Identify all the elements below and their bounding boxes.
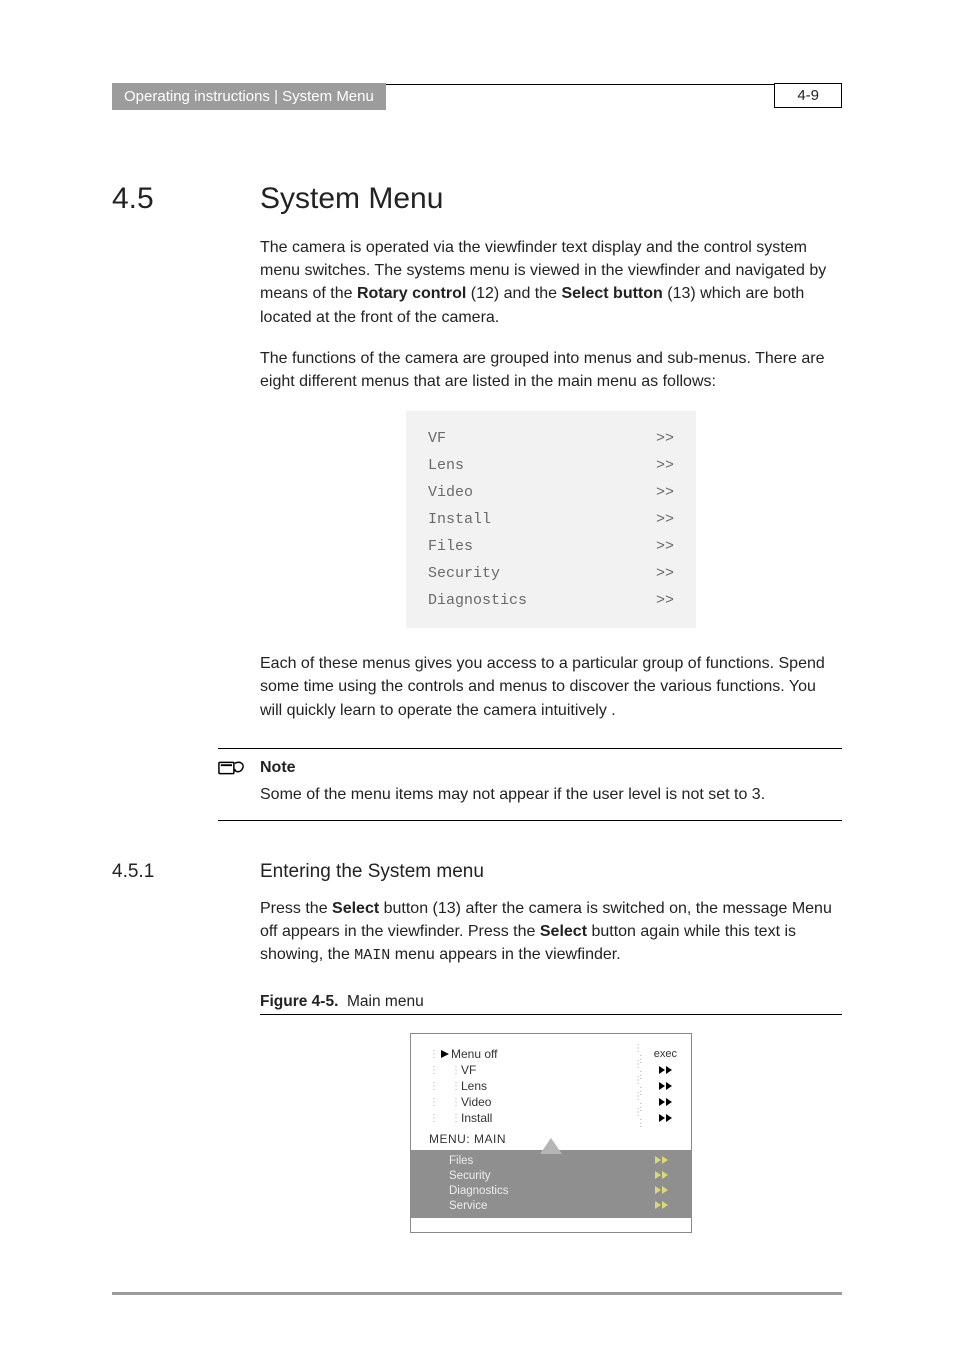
caret-right-icon bbox=[439, 1050, 451, 1058]
menu-item: Diagnostics>> bbox=[428, 587, 674, 614]
menu-item: Files>> bbox=[428, 533, 674, 560]
term-rotary-control: Rotary control bbox=[357, 285, 466, 302]
term-main-mono: MAIN bbox=[354, 947, 390, 964]
term-select: Select bbox=[540, 923, 587, 940]
fast-forward-icon bbox=[655, 1200, 669, 1212]
subsection-title: Entering the System menu bbox=[260, 861, 484, 883]
figure-main-menu: ⋮Menu off ⋮⋮VF ⋮⋮Lens ⋮⋮Video ⋮⋮Install … bbox=[410, 1033, 692, 1233]
fast-forward-icon bbox=[655, 1170, 669, 1182]
note-text: Some of the menu items may not appear if… bbox=[260, 783, 842, 806]
fast-forward-icon bbox=[659, 1095, 673, 1109]
fast-forward-icon bbox=[655, 1155, 669, 1167]
subsection-heading: 4.5.1 Entering the System menu bbox=[112, 861, 842, 883]
page-number: 4-9 bbox=[774, 83, 842, 108]
note-title: Note bbox=[260, 759, 842, 777]
paragraph: Press the Select button (13) after the c… bbox=[260, 897, 842, 967]
footer-rule bbox=[112, 1292, 842, 1295]
menu-item: VF>> bbox=[428, 425, 674, 452]
fast-forward-icon bbox=[659, 1079, 673, 1093]
term-select-button: Select button bbox=[561, 285, 662, 302]
breadcrumb: Operating instructions | System Menu bbox=[112, 83, 386, 110]
figure-caption: Figure 4-5. Main menu bbox=[260, 993, 842, 1015]
section-heading: 4.5 System Menu bbox=[112, 182, 842, 216]
menu-listing: VF>> Lens>> Video>> Install>> Files>> Se… bbox=[406, 411, 696, 628]
section-number: 4.5 bbox=[112, 182, 260, 216]
triangle-up-icon bbox=[540, 1138, 562, 1157]
paragraph: The functions of the camera are grouped … bbox=[260, 347, 842, 393]
page-header: Operating instructions | System Menu 4-9 bbox=[112, 84, 842, 112]
note-icon bbox=[218, 759, 246, 782]
paragraph: Each of these menus gives you access to … bbox=[260, 652, 842, 722]
paragraph: The camera is operated via the viewfinde… bbox=[260, 236, 842, 329]
fast-forward-icon bbox=[655, 1185, 669, 1197]
figure-lower-panel: Files Security Diagnostics Service bbox=[411, 1150, 691, 1218]
menu-item: Install>> bbox=[428, 506, 674, 533]
fast-forward-icon bbox=[659, 1063, 673, 1077]
menu-item: Security>> bbox=[428, 560, 674, 587]
menu-item: Video>> bbox=[428, 479, 674, 506]
term-select: Select bbox=[332, 900, 379, 917]
fast-forward-icon bbox=[659, 1111, 673, 1125]
menu-item: Lens>> bbox=[428, 452, 674, 479]
subsection-number: 4.5.1 bbox=[112, 861, 260, 883]
note-callout: Note Some of the menu items may not appe… bbox=[218, 748, 842, 821]
section-title: System Menu bbox=[260, 182, 443, 216]
